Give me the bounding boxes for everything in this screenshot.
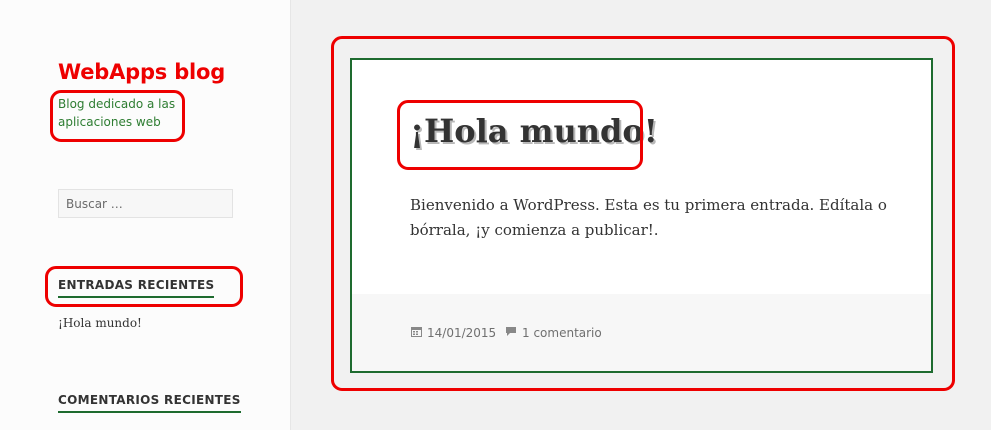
post-body: Bienvenido a WordPress. Esta es tu prime… <box>410 196 887 239</box>
sidebar: WebApps blog Blog dedicado a las aplicac… <box>0 0 291 430</box>
site-title[interactable]: WebApps blog <box>58 60 225 84</box>
recent-post-link[interactable]: ¡Hola mundo! <box>58 316 142 330</box>
post-comments[interactable]: 1 comentario <box>505 326 602 340</box>
post-comments-link[interactable]: 1 comentario <box>522 326 602 340</box>
calendar-icon <box>411 326 422 340</box>
search-input[interactable] <box>58 189 233 218</box>
recent-comments-heading: COMENTARIOS RECIENTES <box>58 393 241 413</box>
post-date[interactable]: 14/01/2015 <box>411 326 496 340</box>
post-title[interactable]: ¡Hola mundo! <box>410 112 658 150</box>
site-description: Blog dedicado a las aplicaciones web <box>58 97 176 129</box>
post-date-link[interactable]: 14/01/2015 <box>427 326 496 340</box>
recent-posts-heading: ENTRADAS RECIENTES <box>58 278 215 298</box>
comment-icon <box>505 326 517 340</box>
